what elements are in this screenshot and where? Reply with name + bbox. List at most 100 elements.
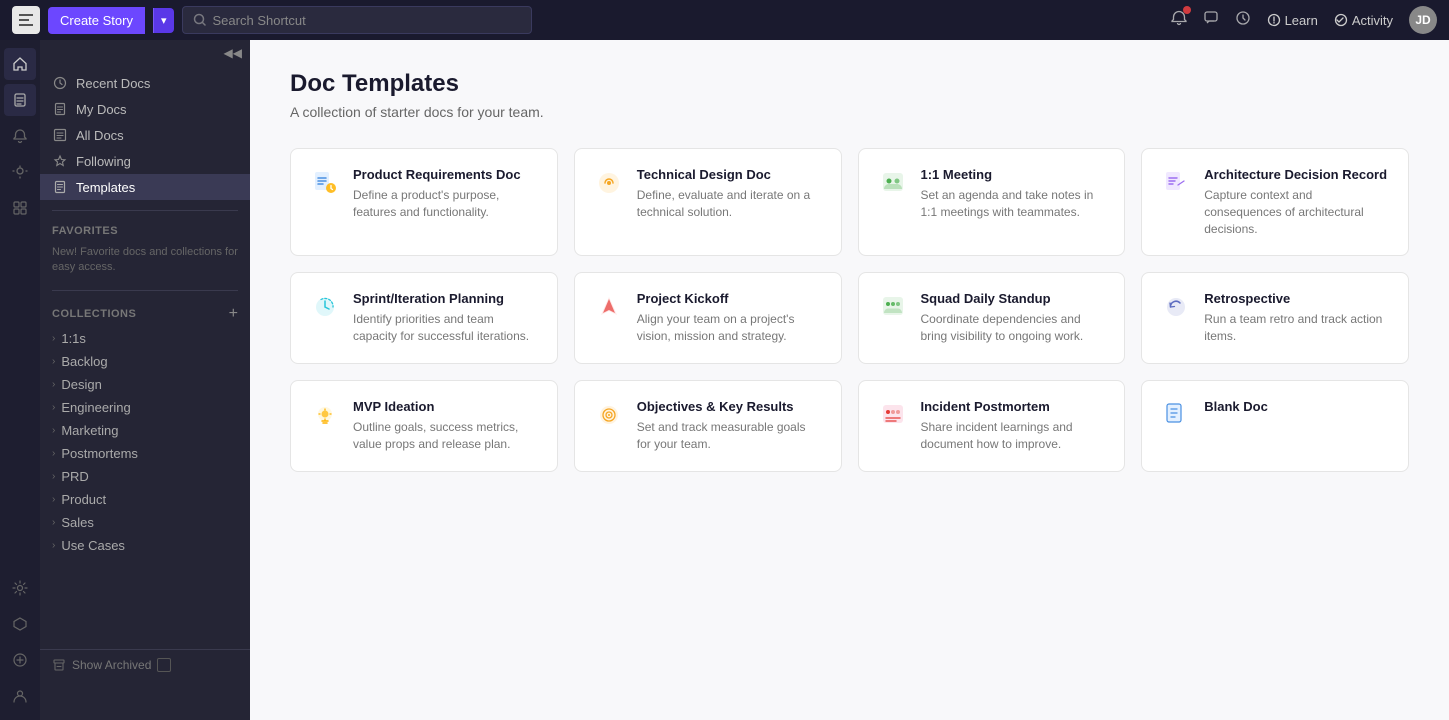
collection-label: PRD [61,469,88,484]
template-title-tdd: Technical Design Doc [637,167,823,182]
template-card-squad-standup[interactable]: Squad Daily Standup Coordinate dependenc… [858,272,1126,364]
sidebar-item-recent-docs[interactable]: Recent Docs [40,70,250,96]
chevron-icon: › [52,425,55,436]
collection-item-design[interactable]: › Design [40,373,250,396]
notifications-bell-icon[interactable] [1171,10,1187,31]
template-desc-tdd: Define, evaluate and iterate on a techni… [637,187,823,221]
page-title: Doc Templates [290,70,1409,98]
all-docs-icon [52,127,68,143]
collection-item-product[interactable]: › Product [40,488,250,511]
all-docs-label: All Docs [76,128,124,143]
topbar: Create Story ▾ Search Shortcut [0,0,1449,40]
collection-label: Sales [61,515,94,530]
topbar-icons: Learn Activity JD [1171,6,1437,34]
chevron-icon: › [52,402,55,413]
learn-link[interactable]: Learn [1267,13,1318,28]
template-card-incident-postmortem[interactable]: Incident Postmortem Share incident learn… [858,380,1126,472]
create-story-button[interactable]: Create Story [48,7,145,34]
sidebar-icon-plugin[interactable] [4,608,36,640]
activity-link[interactable]: Activity [1334,13,1393,28]
user-avatar[interactable]: JD [1409,6,1437,34]
template-icon-tdd [593,167,625,199]
learn-label: Learn [1285,13,1318,28]
sidebar-icon-grid[interactable] [4,192,36,224]
template-card-mvp-ideation[interactable]: MVP Ideation Outline goals, success metr… [290,380,558,472]
chevron-icon: › [52,540,55,551]
template-icon-okr [593,399,625,431]
create-story-dropdown-button[interactable]: ▾ [153,8,174,33]
chevron-icon: › [52,333,55,344]
collection-label: Design [61,377,101,392]
favorites-description: New! Favorite docs and collections for e… [40,241,250,284]
template-desc-prd: Define a product's purpose, features and… [353,187,539,221]
collection-label: Use Cases [61,538,125,553]
template-desc-sprint: Identify priorities and team capacity fo… [353,311,539,345]
collection-item-marketing[interactable]: › Marketing [40,419,250,442]
add-collection-button[interactable]: + [229,305,238,323]
template-card-sprint-planning[interactable]: Sprint/Iteration Planning Identify prior… [290,272,558,364]
template-card-1-1-meeting[interactable]: 1:1 Meeting Set an agenda and take notes… [858,148,1126,256]
sidebar-icon-user[interactable] [4,680,36,712]
notification-badge [1183,6,1191,14]
collection-item-backlog[interactable]: › Backlog [40,350,250,373]
template-card-project-kickoff[interactable]: Project Kickoff Align your team on a pro… [574,272,842,364]
sidebar-icon-plus[interactable] [4,644,36,676]
collections-label-text: Collections [52,308,136,320]
sidebar-icon-settings[interactable] [4,572,36,604]
collection-item-use-cases[interactable]: › Use Cases [40,534,250,557]
collection-item-postmortems[interactable]: › Postmortems [40,442,250,465]
sidebar-icon-home[interactable] [4,48,36,80]
chevron-icon: › [52,471,55,482]
template-card-architecture-decision-record[interactable]: Architecture Decision Record Capture con… [1141,148,1409,256]
template-card-okr[interactable]: Objectives & Key Results Set and track m… [574,380,842,472]
template-card-blank-doc[interactable]: Blank Doc [1141,380,1409,472]
template-icon-kickoff [593,291,625,323]
template-desc-kickoff: Align your team on a project's vision, m… [637,311,823,345]
chat-icon[interactable] [1203,10,1219,31]
show-archived-label: Show Archived [72,658,151,672]
show-archived-checkbox[interactable] [157,658,171,672]
clock-icon[interactable] [1235,10,1251,31]
sidebar-icon-location[interactable] [4,156,36,188]
template-desc-meeting: Set an agenda and take notes in 1:1 meet… [921,187,1107,221]
sidebar-icon-docs[interactable] [4,84,36,116]
collection-label: Postmortems [61,446,138,461]
sidebar-item-all-docs[interactable]: All Docs [40,122,250,148]
template-title-postmortem: Incident Postmortem [921,399,1107,414]
sidebar-item-my-docs[interactable]: My Docs [40,96,250,122]
collection-label: Engineering [61,400,130,415]
template-title-prd: Product Requirements Doc [353,167,539,182]
sidebar-item-following[interactable]: Following [40,148,250,174]
template-desc-postmortem: Share incident learnings and document ho… [921,419,1107,453]
left-sidebar: ◀◀ Recent Docs My Do [40,40,250,720]
archive-icon [52,658,66,672]
favorites-section-label: Favorites [40,217,250,241]
chevron-icon: › [52,356,55,367]
template-title-meeting: 1:1 Meeting [921,167,1107,182]
app-logo[interactable] [12,6,40,34]
template-grid: Product Requirements Doc Define a produc… [290,148,1409,472]
sidebar-icon-bell[interactable] [4,120,36,152]
template-title-mvp: MVP Ideation [353,399,539,414]
template-card-technical-design-doc[interactable]: Technical Design Doc Define, evaluate an… [574,148,842,256]
template-card-retrospective[interactable]: Retrospective Run a team retro and track… [1141,272,1409,364]
search-bar[interactable]: Search Shortcut [182,6,532,34]
icon-sidebar [0,40,40,720]
page-subtitle: A collection of starter docs for your te… [290,104,1409,120]
collection-item-1-1s[interactable]: › 1:1s [40,327,250,350]
collection-item-sales[interactable]: › Sales [40,511,250,534]
template-icon-prd [309,167,341,199]
template-title-okr: Objectives & Key Results [637,399,823,414]
templates-label: Templates [76,180,135,195]
recent-docs-icon [52,75,68,91]
template-card-product-requirements-doc[interactable]: Product Requirements Doc Define a produc… [290,148,558,256]
collection-label: Product [61,492,106,507]
recent-docs-label: Recent Docs [76,76,150,91]
collections-list: › 1:1s › Backlog › Design › Engineering … [40,327,250,557]
collection-item-prd[interactable]: › PRD [40,465,250,488]
sidebar-item-templates[interactable]: Templates [40,174,250,200]
collection-label: Backlog [61,354,107,369]
collapse-sidebar-button[interactable]: ◀◀ [224,46,242,60]
template-title-kickoff: Project Kickoff [637,291,823,306]
collection-item-engineering[interactable]: › Engineering [40,396,250,419]
